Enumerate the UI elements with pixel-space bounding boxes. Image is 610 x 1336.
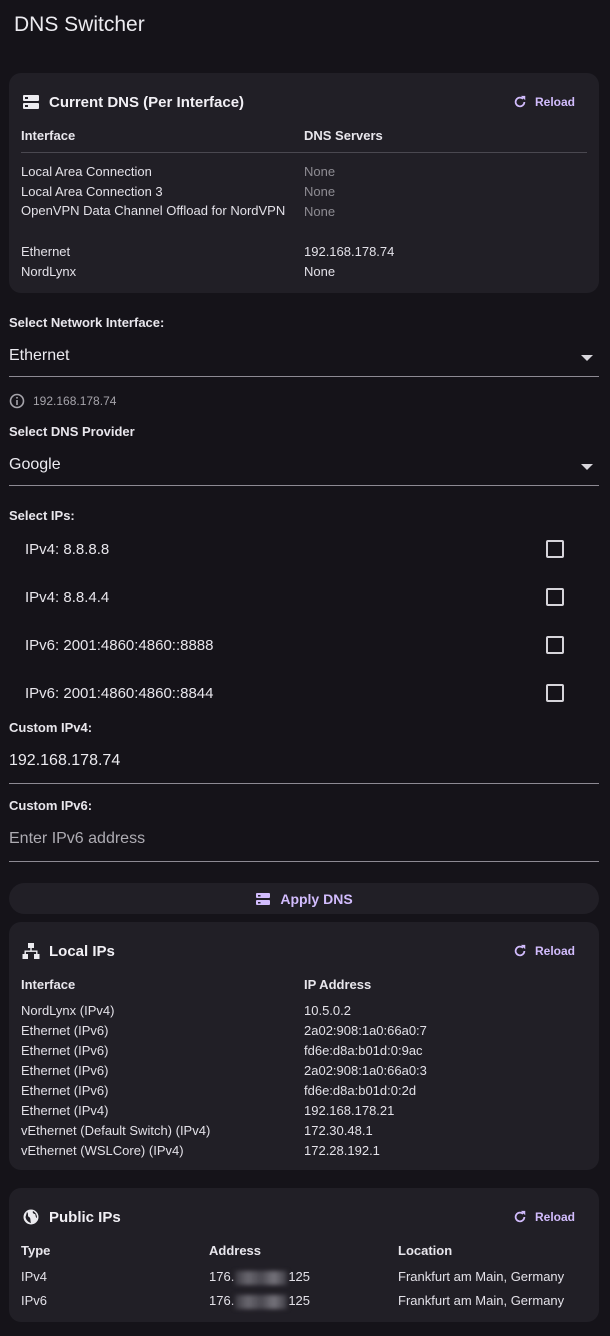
ip-option[interactable]: IPv4: 8.8.4.4 — [25, 586, 570, 610]
redacted-blur — [235, 1294, 288, 1309]
ip-checkbox[interactable] — [546, 540, 564, 558]
table-row-dns: None — [304, 184, 336, 199]
refresh-icon — [514, 95, 526, 108]
address-start: 176. — [209, 1293, 235, 1308]
address-start: 176. — [209, 1269, 235, 1284]
public-ips-card: Public IPs Reload Type Address Location … — [9, 1188, 599, 1322]
reload-label: Reload — [534, 1210, 575, 1224]
table-row-interface: Ethernet (IPv6) — [21, 1063, 109, 1078]
col-header-address: Address — [209, 1243, 262, 1258]
table-row-interface: NordLynx (IPv4) — [21, 1003, 115, 1018]
table-row-dns: None — [304, 264, 336, 279]
refresh-icon — [514, 944, 526, 957]
col-header-type: Type — [21, 1243, 51, 1258]
table-row-interface: NordLynx — [21, 264, 77, 279]
address-end: 125 — [288, 1293, 311, 1308]
app-title: DNS Switcher — [14, 13, 145, 36]
table-row-type: IPv4 — [21, 1269, 48, 1284]
table-row-ip: 192.168.178.21 — [304, 1103, 395, 1118]
ip-checkbox[interactable] — [546, 588, 564, 606]
table-row-dns: 192.168.178.74 — [304, 244, 395, 259]
network-icon — [22, 943, 40, 959]
table-row-interface: Ethernet (IPv6) — [21, 1023, 109, 1038]
custom-ipv4-label: Custom IPv4: — [9, 720, 93, 735]
table-row-interface: Ethernet (IPv6) — [21, 1083, 109, 1098]
provider-select[interactable]: Google — [9, 446, 599, 486]
table-row-address: 176. 125 — [209, 1293, 310, 1309]
server-icon — [23, 95, 39, 109]
interface-dns-hint-text: 192.168.178.74 — [33, 394, 117, 408]
server-icon — [256, 892, 271, 905]
ip-option[interactable]: IPv6: 2001:4860:4860::8844 — [25, 682, 570, 706]
provider-select-label: Select DNS Provider — [9, 424, 135, 439]
current-dns-title: Current DNS (Per Interface) — [49, 94, 245, 111]
local-ips-reload-button[interactable]: Reload — [503, 936, 587, 966]
ip-option[interactable]: IPv6: 2001:4860:4860::8888 — [25, 634, 570, 658]
redacted-blur — [235, 1270, 288, 1285]
table-row-interface: Ethernet — [21, 244, 71, 259]
info-icon — [9, 393, 25, 409]
apply-dns-label: Apply DNS — [280, 890, 353, 907]
table-row-type: IPv6 — [21, 1293, 48, 1308]
table-row-ip: 172.28.192.1 — [304, 1143, 380, 1158]
custom-ipv6-input[interactable] — [9, 822, 599, 848]
table-row-interface: OpenVPN Data Channel Offload for NordVPN — [21, 203, 286, 218]
ips-label: Select IPs: — [9, 508, 75, 523]
custom-ipv4-field[interactable] — [9, 744, 599, 784]
col-header-location: Location — [398, 1243, 453, 1258]
ip-option-label: IPv4: 8.8.8.8 — [25, 541, 110, 558]
table-row-dns: None — [304, 164, 336, 179]
apply-dns-button[interactable]: Apply DNS — [9, 883, 599, 914]
reload-label: Reload — [534, 95, 575, 109]
table-row-interface: Ethernet (IPv4) — [21, 1103, 109, 1118]
address-end: 125 — [288, 1269, 311, 1284]
col-header-ip: IP Address — [304, 977, 372, 992]
interface-select-value: Ethernet — [9, 347, 70, 364]
table-row-ip: 172.30.48.1 — [304, 1123, 373, 1138]
ip-checkbox[interactable] — [546, 636, 564, 654]
table-row-location: Frankfurt am Main, Germany — [398, 1269, 565, 1284]
ip-checkbox[interactable] — [546, 684, 564, 702]
custom-ipv6-label: Custom IPv6: — [9, 798, 93, 813]
table-row-interface: vEthernet (Default Switch) (IPv4) — [21, 1123, 211, 1138]
header-divider — [21, 152, 587, 153]
table-row-interface: vEthernet (WSLCore) (IPv4) — [21, 1143, 184, 1158]
current-dns-reload-button[interactable]: Reload — [503, 87, 587, 117]
table-row-interface: Ethernet (IPv6) — [21, 1043, 109, 1058]
interface-dns-hint: 192.168.178.74 — [9, 393, 116, 409]
table-row-location: Frankfurt am Main, Germany — [398, 1293, 565, 1308]
interface-select[interactable]: Ethernet — [9, 337, 599, 377]
ip-option[interactable]: IPv4: 8.8.8.8 — [25, 538, 570, 562]
local-ips-title: Local IPs — [49, 943, 115, 960]
ip-option-label: IPv4: 8.8.4.4 — [25, 589, 110, 606]
ip-option-label: IPv6: 2001:4860:4860::8844 — [25, 685, 214, 702]
table-row-address: 176. 125 — [209, 1269, 310, 1285]
col-header-interface: Interface — [21, 128, 76, 143]
table-row-ip: 10.5.0.2 — [304, 1003, 351, 1018]
table-row-ip: fd6e:d8a:b01d:0:2d — [304, 1083, 417, 1098]
dropdown-arrow-icon — [581, 355, 593, 361]
table-row-ip: fd6e:d8a:b01d:0:9ac — [304, 1043, 423, 1058]
public-ips-title: Public IPs — [49, 1209, 121, 1226]
col-header-dns: DNS Servers — [304, 128, 383, 143]
globe-icon — [23, 1209, 39, 1225]
table-row-interface: Local Area Connection — [21, 164, 152, 179]
local-ips-card: Local IPs Reload Interface IP Address No… — [9, 922, 599, 1170]
interface-select-label: Select Network Interface: — [9, 315, 165, 330]
refresh-icon — [514, 1210, 526, 1223]
dropdown-arrow-icon — [581, 464, 593, 470]
reload-label: Reload — [534, 944, 575, 958]
table-row-ip: 2a02:908:1a0:66a0:3 — [304, 1063, 427, 1078]
public-ips-reload-button[interactable]: Reload — [503, 1202, 587, 1232]
ip-option-label: IPv6: 2001:4860:4860::8888 — [25, 637, 214, 654]
custom-ipv6-field[interactable] — [9, 822, 599, 862]
custom-ipv4-input[interactable] — [9, 744, 599, 770]
table-row-dns: None — [304, 204, 336, 219]
current-dns-card: Current DNS (Per Interface) Reload Inter… — [9, 73, 599, 293]
provider-select-value: Google — [9, 456, 61, 473]
table-row-ip: 2a02:908:1a0:66a0:7 — [304, 1023, 427, 1038]
table-row-interface: Local Area Connection 3 — [21, 184, 163, 199]
col-header-interface: Interface — [21, 977, 76, 992]
